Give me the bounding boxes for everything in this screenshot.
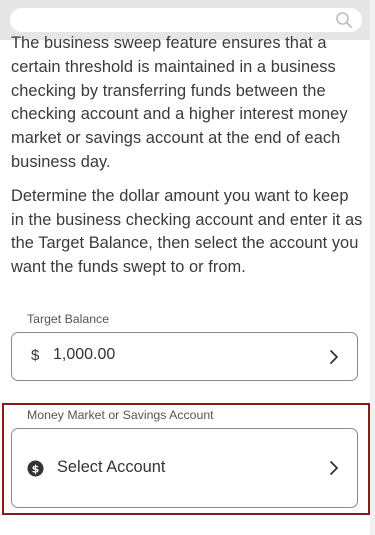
description-paragraph-2: Determine the dollar amount you want to … xyxy=(11,186,363,277)
dollar-circle-icon: $ xyxy=(27,460,44,477)
select-account-field[interactable]: $ Select Account xyxy=(11,428,358,508)
description-paragraph-1: The business sweep feature ensures that … xyxy=(11,34,348,171)
target-balance-field[interactable]: $ 1,000.00 xyxy=(11,332,358,381)
chevron-right-icon[interactable] xyxy=(327,459,341,477)
chevron-right-icon[interactable] xyxy=(327,348,341,366)
scrollbar[interactable] xyxy=(370,0,375,535)
description: The business sweep feature ensures that … xyxy=(11,32,363,280)
currency-symbol: $ xyxy=(31,347,40,364)
target-balance-value[interactable]: 1,000.00 xyxy=(53,346,115,364)
search-field[interactable] xyxy=(10,8,362,32)
target-balance-label: Target Balance xyxy=(27,312,110,326)
account-select-label: Money Market or Savings Account xyxy=(27,408,214,422)
search-icon[interactable] xyxy=(335,11,353,29)
select-account-placeholder[interactable]: Select Account xyxy=(57,458,165,477)
svg-text:$: $ xyxy=(32,463,40,476)
